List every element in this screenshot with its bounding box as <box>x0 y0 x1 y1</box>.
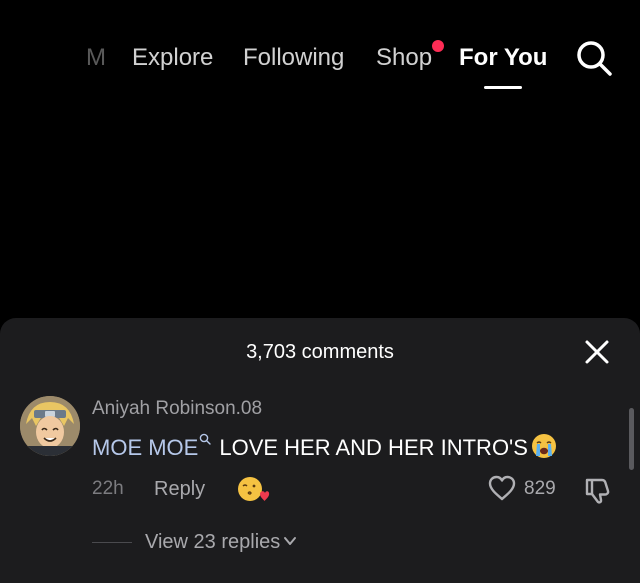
avatar[interactable] <box>20 396 80 456</box>
like-count: 829 <box>524 478 556 499</box>
scrollbar[interactable] <box>629 408 634 470</box>
comments-count: 3,703 comments <box>246 341 394 363</box>
search-button[interactable] <box>574 38 614 78</box>
comments-sheet: 3,703 comments Aniyah Robinson.08 MOE MO… <box>0 318 640 583</box>
comment-body: MOE MOE LOVE HER AND HER INTRO'S <box>92 432 558 462</box>
tab-m[interactable]: M <box>86 44 106 72</box>
top-nav: M Explore Following Shop For You <box>0 36 640 96</box>
active-tab-indicator <box>484 86 522 89</box>
kissing-face-heart-icon <box>238 477 270 501</box>
comment-timestamp: 22h <box>92 478 124 499</box>
tab-for-you[interactable]: For You <box>459 44 547 72</box>
like-button[interactable] <box>487 474 517 502</box>
replies-divider <box>92 542 132 543</box>
tab-shop[interactable]: Shop <box>376 44 432 72</box>
thumbs-down-icon <box>585 478 610 504</box>
shop-notification-dot <box>432 40 444 52</box>
avatar-image <box>20 396 80 456</box>
view-replies-label: View 23 replies <box>145 531 281 553</box>
mention-link[interactable]: MOE MOE <box>92 435 198 460</box>
view-replies-button[interactable]: View 23 replies <box>145 530 297 554</box>
screen: M Explore Following Shop For You 3,703 c… <box>0 0 640 583</box>
heart-icon <box>488 475 516 501</box>
close-button[interactable] <box>583 338 611 366</box>
comment-username[interactable]: Aniyah Robinson.08 <box>92 398 262 420</box>
emoji-react-button[interactable] <box>236 474 270 506</box>
chevron-down-icon <box>284 537 297 545</box>
tab-following[interactable]: Following <box>243 44 344 72</box>
loudly-crying-face-icon <box>531 434 556 458</box>
search-icon <box>200 433 212 445</box>
comment-text: LOVE HER AND HER INTRO'S <box>219 435 528 460</box>
close-icon <box>585 340 609 364</box>
search-icon <box>577 41 612 76</box>
tab-explore[interactable]: Explore <box>132 44 213 72</box>
reply-button[interactable]: Reply <box>154 478 205 500</box>
dislike-button[interactable] <box>583 475 613 505</box>
